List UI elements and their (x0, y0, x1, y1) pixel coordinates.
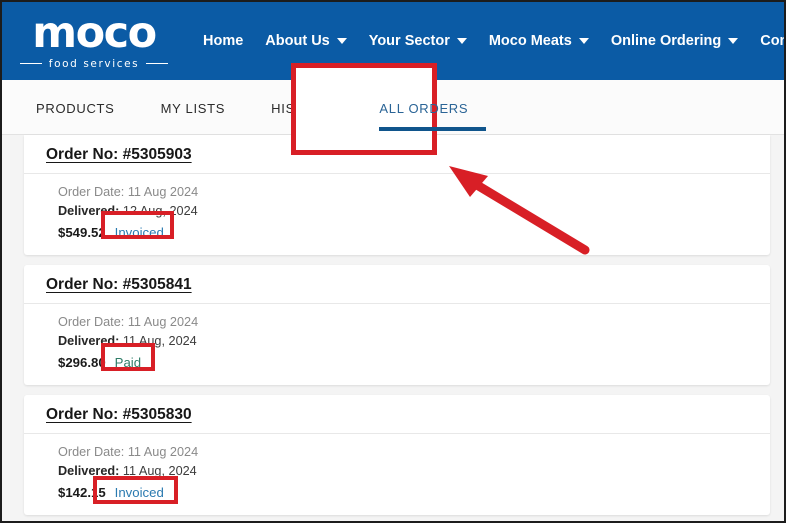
nav-label: Moco Meats (489, 33, 572, 49)
tab-my-lists[interactable]: MY LISTS (161, 80, 248, 134)
tab-label: HISTORY (271, 101, 333, 116)
tab-label: ALL ORDERS (379, 101, 468, 116)
order-amount: $142.15 (58, 483, 106, 502)
logo-wordmark: moco (32, 13, 155, 53)
order-date-value: 11 Aug 2024 (128, 445, 198, 459)
order-card-body: Order Date: 11 Aug 2024 Delivered: 12 Au… (24, 174, 770, 255)
nav-item-your-sector[interactable]: Your Sector (358, 27, 478, 55)
chevron-down-icon (579, 38, 589, 44)
nav-item-about-us[interactable]: About Us (254, 27, 357, 55)
order-amount: $296.80 (58, 353, 106, 372)
order-status-badge[interactable]: Paid (115, 353, 141, 372)
nav-label: Online Ordering (611, 33, 721, 49)
chevron-down-icon (337, 38, 347, 44)
delivered-label: Delivered: (58, 464, 119, 478)
order-date-label: Order Date: (58, 315, 124, 329)
order-total-row: $296.80 Paid (58, 353, 770, 372)
order-status-badge[interactable]: Invoiced (115, 483, 164, 502)
order-card[interactable]: Order No: #5305830 Order Date: 11 Aug 20… (24, 395, 770, 515)
delivered-row: Delivered: 11 Aug, 2024 (58, 332, 770, 351)
active-tab-underline (379, 127, 486, 131)
logo-rule-left (20, 63, 42, 64)
order-date-label: Order Date: (58, 445, 124, 459)
order-amount: $549.52 (58, 223, 106, 242)
nav-item-online-ordering[interactable]: Online Ordering (600, 27, 749, 55)
tab-products[interactable]: PRODUCTS (36, 80, 137, 134)
order-card-header: Order No: #5305830 (24, 395, 770, 434)
order-number-link[interactable]: Order No: #5305830 (46, 406, 192, 424)
content-panel: PRODUCTS MY LISTS HISTORY ALL ORDERS Ord… (2, 80, 784, 521)
order-total-row: $142.15 Invoiced (58, 483, 770, 502)
chevron-down-icon (728, 38, 738, 44)
moco-logo[interactable]: moco food services (18, 10, 170, 72)
delivered-row: Delivered: 11 Aug, 2024 (58, 462, 770, 481)
order-card-body: Order Date: 11 Aug 2024 Delivered: 11 Au… (24, 304, 770, 385)
order-tabs: PRODUCTS MY LISTS HISTORY ALL ORDERS (2, 80, 784, 135)
nav-item-moco-meats[interactable]: Moco Meats (478, 27, 600, 55)
order-date-value: 11 Aug 2024 (128, 185, 198, 199)
orders-list: Order No: #5305903 Order Date: 11 Aug 20… (2, 135, 784, 515)
order-card-header: Order No: #5305903 (24, 135, 770, 174)
tab-label: MY LISTS (161, 101, 226, 116)
tab-all-orders[interactable]: ALL ORDERS (379, 80, 494, 134)
tab-history[interactable]: HISTORY (271, 80, 355, 134)
nav-label: About Us (265, 33, 329, 49)
order-date-value: 11 Aug 2024 (128, 315, 198, 329)
order-card-body: Order Date: 11 Aug 2024 Delivered: 11 Au… (24, 434, 770, 515)
delivered-value: 11 Aug, 2024 (123, 464, 197, 478)
tab-label: PRODUCTS (36, 101, 115, 116)
logo-tagline-row: food services (18, 58, 170, 70)
nav-label: Your Sector (369, 33, 450, 49)
order-total-row: $549.52 Invoiced (58, 223, 770, 242)
delivered-label: Delivered: (58, 334, 119, 348)
nav-item-contact[interactable]: Contact (749, 27, 784, 55)
chevron-down-icon (457, 38, 467, 44)
delivered-label: Delivered: (58, 204, 119, 218)
nav-item-home[interactable]: Home (192, 27, 254, 55)
delivered-value: 11 Aug, 2024 (123, 334, 197, 348)
main-navigation: Home About Us Your Sector Moco Meats Onl… (192, 27, 784, 55)
logo-rule-right (146, 63, 168, 64)
logo-tagline: food services (49, 58, 139, 70)
nav-label: Contact (760, 33, 784, 49)
order-card-header: Order No: #5305841 (24, 265, 770, 304)
order-card[interactable]: Order No: #5305841 Order Date: 11 Aug 20… (24, 265, 770, 385)
order-date-row: Order Date: 11 Aug 2024 (58, 313, 770, 332)
delivered-row: Delivered: 12 Aug, 2024 (58, 202, 770, 221)
order-number-link[interactable]: Order No: #5305841 (46, 276, 192, 294)
order-status-badge[interactable]: Invoiced (115, 223, 164, 242)
order-date-row: Order Date: 11 Aug 2024 (58, 183, 770, 202)
site-header: moco food services Home About Us Your Se… (2, 2, 784, 80)
screenshot-frame: moco food services Home About Us Your Se… (0, 0, 786, 523)
order-date-row: Order Date: 11 Aug 2024 (58, 443, 770, 462)
nav-label: Home (203, 33, 243, 49)
delivered-value: 12 Aug, 2024 (123, 204, 198, 218)
order-date-label: Order Date: (58, 185, 124, 199)
order-card[interactable]: Order No: #5305903 Order Date: 11 Aug 20… (24, 135, 770, 255)
order-number-link[interactable]: Order No: #5305903 (46, 146, 192, 164)
